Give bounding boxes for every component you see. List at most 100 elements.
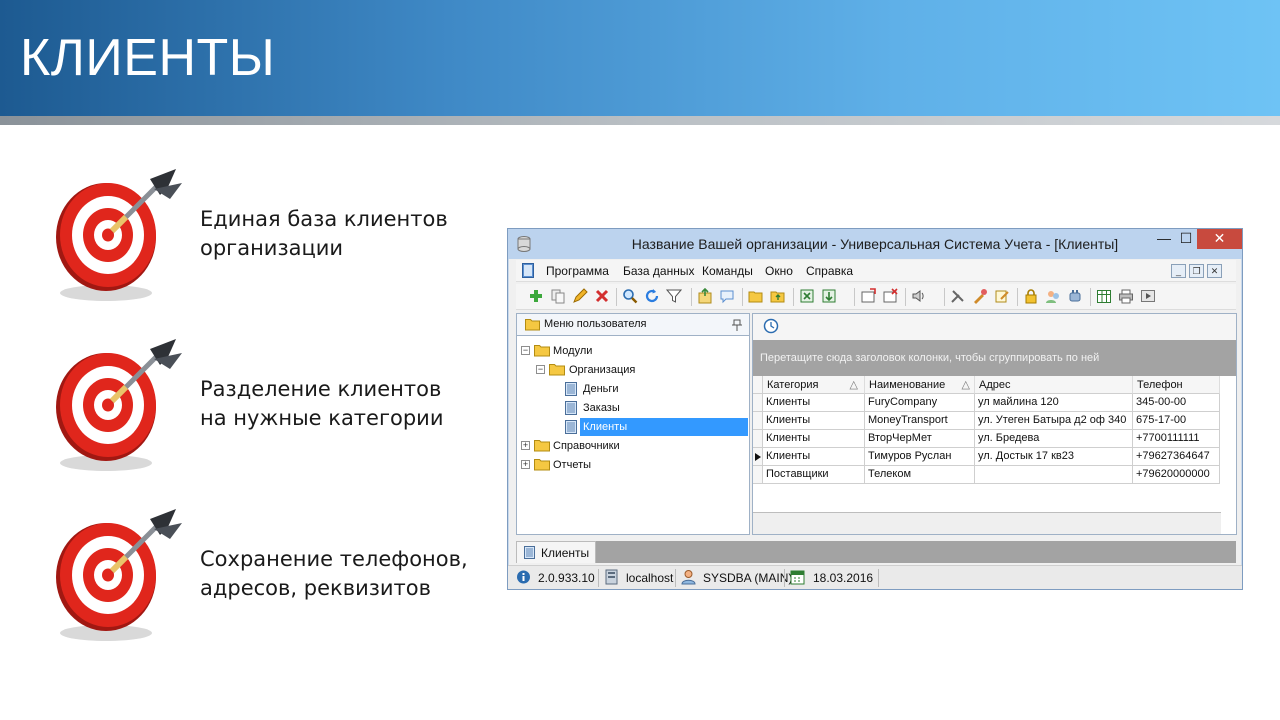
new-window-icon[interactable] xyxy=(860,288,876,304)
folder-open-icon xyxy=(534,345,550,357)
table-cell[interactable]: Телеком xyxy=(865,466,975,484)
row-indicator[interactable] xyxy=(753,430,763,448)
tree-item-dengi[interactable]: Деньги xyxy=(517,380,749,398)
tab-klienty[interactable]: Клиенты xyxy=(516,541,596,563)
table-cell[interactable]: 675-17-00 xyxy=(1133,412,1220,430)
search-icon[interactable] xyxy=(622,288,638,304)
lock-icon[interactable] xyxy=(1023,288,1039,304)
expand-toggle[interactable]: + xyxy=(521,460,530,469)
table-cell[interactable]: +7700111111 xyxy=(1133,430,1220,448)
tree-item-klienty[interactable]: Клиенты xyxy=(517,418,749,436)
row-indicator[interactable] xyxy=(753,466,763,484)
edit-pencil-icon[interactable] xyxy=(572,288,588,304)
palette-icon[interactable] xyxy=(972,288,988,304)
table-cell[interactable]: 345-00-00 xyxy=(1133,394,1220,412)
module-doc-icon xyxy=(565,420,577,434)
tree-item-zakazy[interactable]: Заказы xyxy=(517,399,749,417)
mdi-close-button[interactable]: ✕ xyxy=(1207,264,1222,278)
table-cell[interactable]: FuryCompany xyxy=(865,394,975,412)
collapse-toggle[interactable]: − xyxy=(521,346,530,355)
minimize-button[interactable]: — xyxy=(1154,229,1174,249)
tree-item-organizaciya[interactable]: − Организация xyxy=(517,361,749,379)
row-indicator-current[interactable] xyxy=(753,448,763,466)
group-by-hint: Перетащите сюда заголовок колонки, чтобы… xyxy=(760,352,1100,364)
mdi-restore-button[interactable]: ❐ xyxy=(1189,264,1204,278)
attach-doc-icon[interactable] xyxy=(697,288,713,304)
table-cell[interactable]: Тимуров Руслан xyxy=(865,448,975,466)
menu-baza-dannyh[interactable]: База данных xyxy=(623,264,694,278)
table-cell[interactable]: Клиенты xyxy=(763,412,865,430)
mdi-minimize-button[interactable]: _ xyxy=(1171,264,1186,278)
tools-icon[interactable] xyxy=(950,288,966,304)
server-icon xyxy=(605,569,618,585)
bullet-text: Единая база клиентов организации xyxy=(200,207,448,260)
print-icon[interactable] xyxy=(1118,288,1134,304)
slide: КЛИЕНТЫ Единая база клиентов организации xyxy=(0,0,1280,720)
table-cell[interactable]: ул майлина 120 xyxy=(975,394,1133,412)
row-indicator-header xyxy=(753,376,763,394)
slide-title: КЛИЕНТЫ xyxy=(20,29,276,87)
clock-icon[interactable] xyxy=(763,318,779,334)
sound-icon[interactable] xyxy=(911,288,927,304)
row-indicator[interactable] xyxy=(753,412,763,430)
tree-item-otchety[interactable]: + Отчеты xyxy=(517,456,749,474)
column-header-category[interactable]: Категория △ xyxy=(763,376,865,394)
table-cell[interactable]: ул. Бредева xyxy=(975,430,1133,448)
table-cell[interactable]: MoneyTransport xyxy=(865,412,975,430)
target-dart-icon xyxy=(56,169,182,301)
table-cell[interactable]: +79627364647 xyxy=(1133,448,1220,466)
menu-komandy[interactable]: Команды xyxy=(702,264,753,278)
add-icon[interactable] xyxy=(528,288,544,304)
status-bar: 2.0.933.10 localhost SYSDBA (MAIN) 18.03… xyxy=(508,565,1242,589)
status-version: 2.0.933.10 xyxy=(538,571,595,585)
collapse-toggle[interactable]: − xyxy=(536,365,545,374)
play-icon[interactable] xyxy=(1140,288,1156,304)
row-indicator[interactable] xyxy=(753,394,763,412)
table-cell[interactable]: Клиенты xyxy=(763,430,865,448)
tree-folder-icon[interactable] xyxy=(748,288,764,304)
sort-asc-icon: △ xyxy=(849,379,858,391)
table-cell[interactable] xyxy=(975,466,1133,484)
module-doc-icon xyxy=(565,401,577,415)
maximize-button[interactable]: ☐ xyxy=(1176,229,1196,249)
edit-note-icon[interactable] xyxy=(994,288,1010,304)
table-cell[interactable]: +79620000000 xyxy=(1133,466,1220,484)
grid-footer xyxy=(753,512,1221,534)
table-cell[interactable]: ул. Достык 17 кв23 xyxy=(975,448,1133,466)
filter-icon[interactable] xyxy=(666,288,682,304)
delete-icon[interactable] xyxy=(594,288,610,304)
plugin-icon[interactable] xyxy=(1067,288,1083,304)
pin-icon[interactable] xyxy=(731,319,743,331)
users-icon[interactable] xyxy=(1045,288,1061,304)
folder-up-icon[interactable] xyxy=(770,288,786,304)
group-by-area[interactable]: Перетащите сюда заголовок колонки, чтобы… xyxy=(753,340,1236,376)
close-button[interactable]: ✕ xyxy=(1197,229,1242,249)
user-menu-title: Меню пользователя xyxy=(544,318,647,330)
menu-programma[interactable]: Программа xyxy=(546,264,609,278)
tree-item-spravochniki[interactable]: + Справочники xyxy=(517,437,749,455)
menu-okno[interactable]: Окно xyxy=(765,264,793,278)
calendar-grid-icon[interactable] xyxy=(1096,288,1112,304)
menu-spravka[interactable]: Справка xyxy=(806,264,853,278)
comment-icon[interactable] xyxy=(719,288,735,304)
refresh-icon[interactable] xyxy=(644,288,660,304)
column-header-name[interactable]: Наименование △ xyxy=(865,376,975,394)
table-cell[interactable]: ул. Утеген Батыра д2 оф 340 xyxy=(975,412,1133,430)
column-header-phone[interactable]: Телефон xyxy=(1133,376,1220,394)
close-window-icon[interactable] xyxy=(882,288,898,304)
table-cell[interactable]: Клиенты xyxy=(763,394,865,412)
copy-icon[interactable] xyxy=(550,288,566,304)
status-user: SYSDBA (MAIN) xyxy=(703,571,793,585)
expand-toggle[interactable]: + xyxy=(521,441,530,450)
import-excel-icon[interactable] xyxy=(821,288,837,304)
table-cell[interactable]: Поставщики xyxy=(763,466,865,484)
document-tab-bar: Клиенты xyxy=(516,541,1236,563)
tree-item-moduli[interactable]: − Модули xyxy=(517,342,749,360)
table-cell[interactable]: ВторЧерМет xyxy=(865,430,975,448)
table-cell[interactable]: Клиенты xyxy=(763,448,865,466)
bullet-item: Сохранение телефонов, адресов, реквизито… xyxy=(50,505,470,645)
export-excel-icon[interactable] xyxy=(799,288,815,304)
column-header-address[interactable]: Адрес xyxy=(975,376,1133,394)
window-titlebar[interactable]: Название Вашей организации - Универсальн… xyxy=(508,229,1242,259)
app-menu-icon[interactable] xyxy=(522,263,534,278)
